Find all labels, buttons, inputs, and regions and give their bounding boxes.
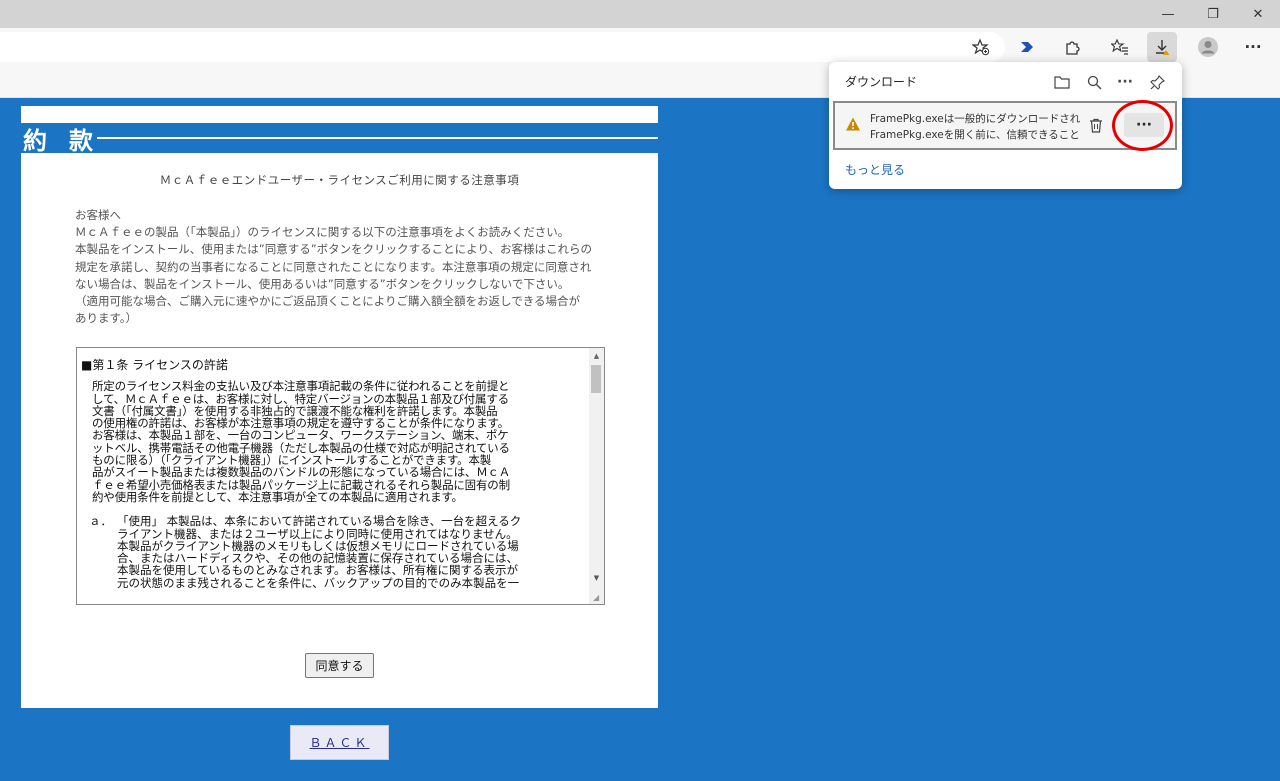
see-more-link[interactable]: もっと見る <box>845 161 905 178</box>
folder-icon <box>1054 76 1070 89</box>
close-icon: ✕ <box>1252 6 1264 22</box>
license-paragraph: 所定のライセンス料金の支払い及び本注意事項記載の条件に従われることを前提と して… <box>81 380 587 503</box>
intro-line: 規定を承諾し、契約の当事者になることに同意されたことになります。本注意事項の規定… <box>75 259 592 274</box>
license-panel: 約款 ＭｃＡｆｅｅエンドユーザー・ライセンスご利用に関する注意事項 お客様へ Ｍ… <box>21 106 658 708</box>
heading-band: 約款 <box>21 123 658 155</box>
settings-more-button[interactable]: ··· <box>1238 32 1268 62</box>
favorite-add-icon <box>972 38 990 56</box>
scroll-down-arrow-icon[interactable]: ▼ <box>589 570 604 585</box>
license-line: 約や使用条件を前提として、本注意事項が全ての本製品に適用されます。 <box>92 489 463 504</box>
pin-icon <box>1149 74 1165 90</box>
favorites-icon <box>1111 38 1128 55</box>
back-button[interactable]: ＢＡＣＫ <box>290 725 389 760</box>
item-marker: ａ． <box>89 514 112 529</box>
search-icon <box>1087 75 1101 89</box>
restore-button[interactable]: ❐ <box>1190 0 1236 28</box>
downloads-title: ダウンロード <box>845 75 918 89</box>
title-bar: — ❐ ✕ <box>0 0 1280 28</box>
downloads-button[interactable] <box>1147 32 1177 62</box>
license-line: 本製品を使用しているものとみなされます。お客様は、所有権に関する表示が <box>117 563 519 578</box>
agree-button[interactable]: 同意する <box>305 653 374 678</box>
more-icon: ··· <box>1117 74 1133 90</box>
intro-line: ない場合は、製品をインストール、使用あるいは”同意する”ボタンをクリックしないで… <box>75 276 570 291</box>
license-line: 「使用」 本製品は、本条において許諾されている場合を除き、一台を超えるク <box>117 514 522 529</box>
trash-icon <box>1090 118 1102 133</box>
scroll-up-arrow-icon[interactable]: ▲ <box>589 348 604 363</box>
bing-icon <box>1021 42 1033 52</box>
download-item-text: FramePkg.exeは一般的にダウンロードされて FramePkg.exeを… <box>870 111 1080 143</box>
resize-grip-icon[interactable]: ◢ <box>593 593 603 603</box>
license-line: お客様は、本製品１部を、一台のコンピュータ、ワークステーション、端末、ポケ <box>92 428 509 443</box>
vertical-scrollbar[interactable]: ▲ ▼ <box>589 348 604 604</box>
intro-line: お客様へ <box>75 208 121 222</box>
license-content: ■第１条 ライセンスの許諾 所定のライセンス料金の支払い及び本注意事項記載の条件… <box>81 359 587 589</box>
downloads-more-button[interactable]: ··· <box>1113 70 1137 94</box>
profile-button[interactable] <box>1193 32 1223 62</box>
download-warning-line: FramePkg.exeを開く前に、信頼できることを <box>870 129 1080 141</box>
intro-line: 本製品をインストール、使用または”同意する”ボタンをクリックすることにより、お客… <box>75 242 592 257</box>
license-line: 所定のライセンス料金の支払い及び本注意事項記載の条件に従われることを前提と <box>92 379 510 394</box>
search-downloads-button[interactable] <box>1082 70 1106 94</box>
highlight-circle <box>1112 100 1173 151</box>
favorites-button[interactable] <box>1105 32 1135 62</box>
extensions-icon <box>1066 41 1080 55</box>
warning-icon <box>846 117 860 131</box>
more-icon: ··· <box>1244 38 1262 56</box>
license-textarea[interactable]: ■第１条 ライセンスの許諾 所定のライセンス料金の支払い及び本注意事項記載の条件… <box>76 347 605 605</box>
minimize-icon: — <box>1161 6 1175 22</box>
address-bar[interactable] <box>0 32 1005 62</box>
restore-icon: ❐ <box>1207 6 1219 22</box>
extensions-button[interactable] <box>1057 32 1087 62</box>
intro-text: お客様へ ＭｃＡｆｅｅの製品（「本製品」）のライセンスに関する以下の注意事項をよ… <box>75 207 610 327</box>
license-item-a: ａ． 「使用」 本製品は、本条において許諾されている場合を除き、一台を超えるク … <box>81 515 587 589</box>
intro-line: あります。） <box>75 311 138 326</box>
item-body: 「使用」 本製品は、本条において許諾されている場合を除き、一台を超えるク ライア… <box>117 515 587 589</box>
pin-button[interactable] <box>1145 70 1169 94</box>
license-line: ライアント機器、または２ユーザ以上により同時に使用されてはなりません。 <box>117 526 518 541</box>
profile-icon <box>1198 37 1218 57</box>
minimize-button[interactable]: — <box>1145 0 1191 28</box>
bing-button[interactable] <box>1012 32 1042 62</box>
close-window-button[interactable]: ✕ <box>1235 0 1280 28</box>
section-title: ■第１条 ライセンスの許諾 <box>81 358 228 372</box>
delete-download-button[interactable] <box>1085 114 1107 136</box>
notice-title: ＭｃＡｆｅｅエンドユーザー・ライセンスご利用に関する注意事項 <box>159 173 520 187</box>
license-line: 元の状態のまま残されることを条件に、バックアップの目的でのみ本製品を一 <box>117 575 520 590</box>
download-warning-line: FramePkg.exeは一般的にダウンロードされて <box>870 113 1080 125</box>
favorite-add-button[interactable] <box>966 32 996 62</box>
intro-line: （適用可能な場合、ご購入元に速やかにご返品頂くことによりご購入額全額をお返しでき… <box>75 294 580 309</box>
license-line: 品がスイート製品または複数製品のバンドルの形態になっている場合には、ＭｃＡ <box>92 465 511 480</box>
open-folder-button[interactable] <box>1050 70 1074 94</box>
scroll-thumb[interactable] <box>591 365 601 393</box>
downloads-icon <box>1156 40 1170 55</box>
heading-rule <box>97 137 658 139</box>
intro-line: ＭｃＡｆｅｅの製品（「本製品」）のライセンスに関する以下の注意事項をよくお読みく… <box>75 225 570 240</box>
